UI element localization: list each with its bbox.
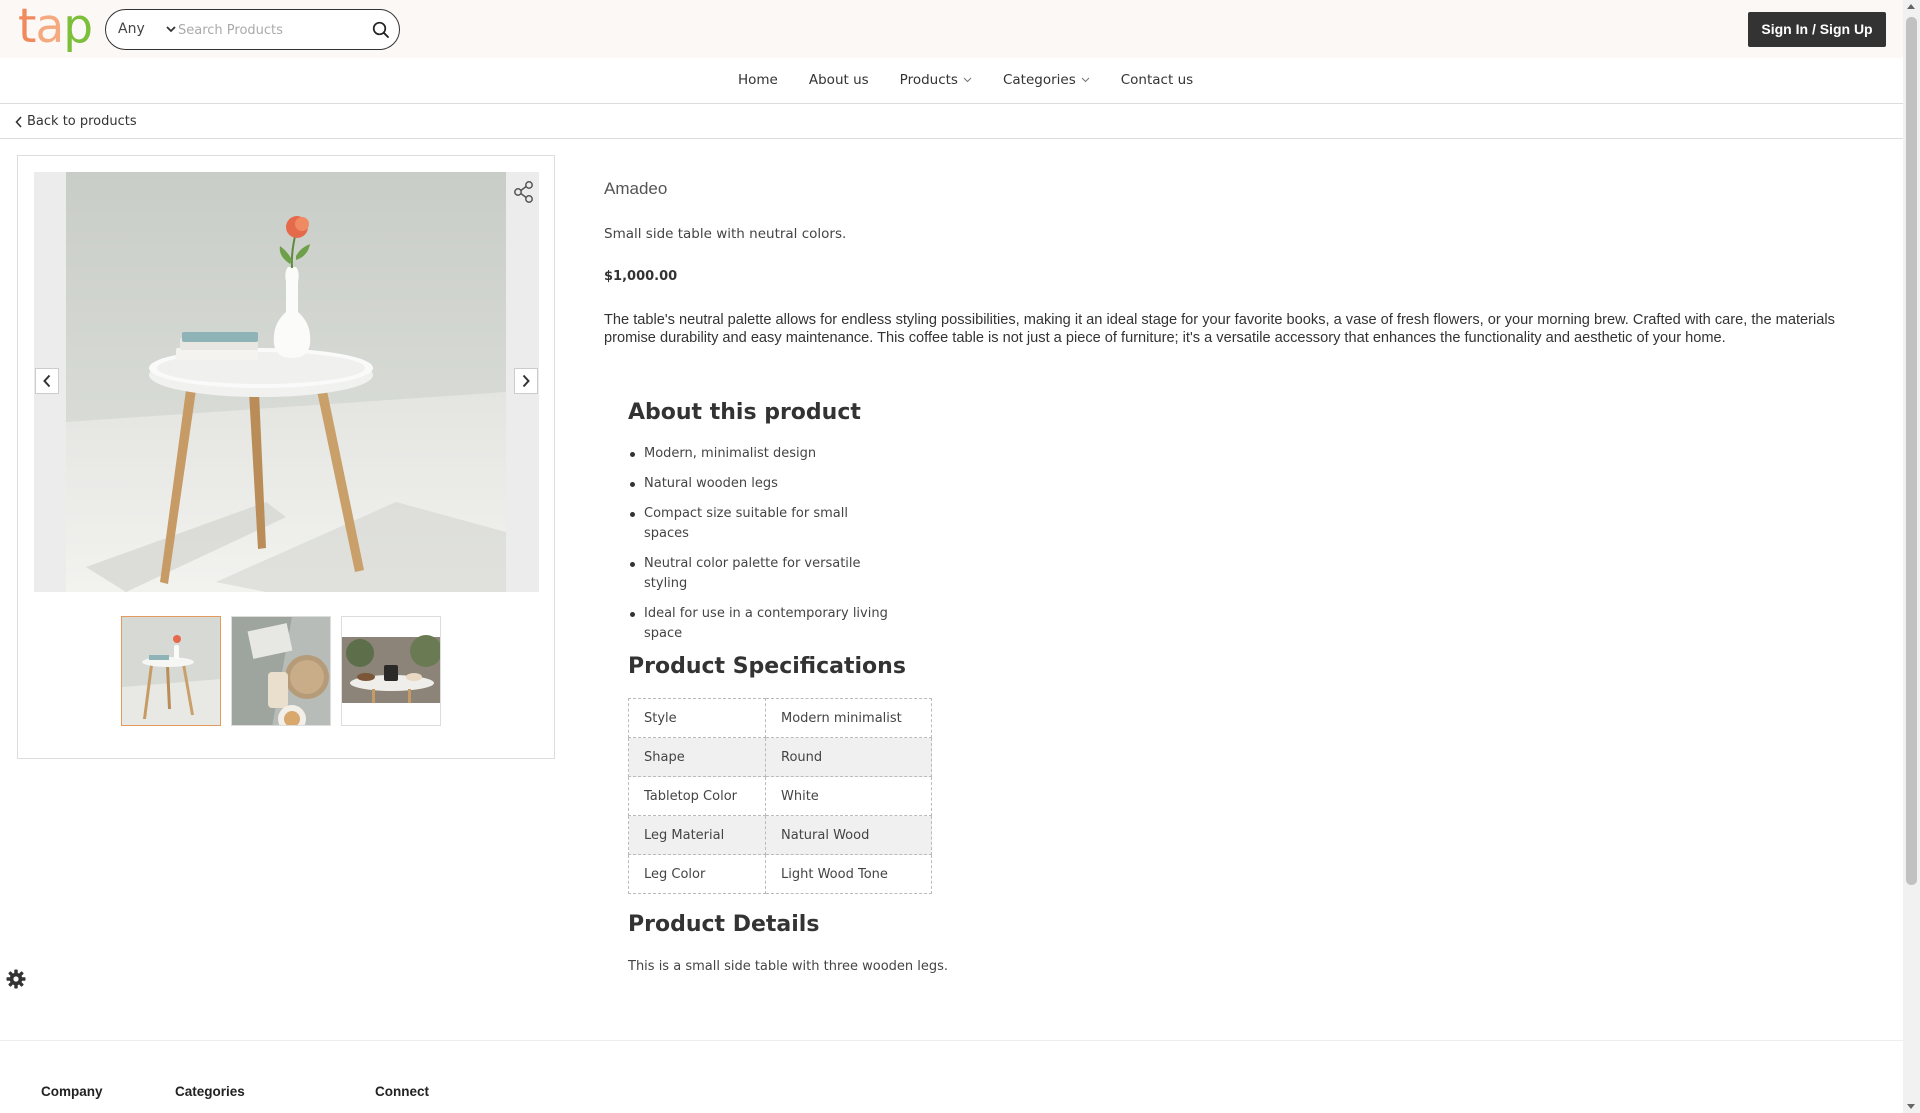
- specifications-heading: Product Specifications: [628, 654, 906, 679]
- nav-home[interactable]: Home: [738, 72, 778, 88]
- details-heading: Product Details: [628, 912, 820, 937]
- chevron-left-icon: [43, 374, 51, 388]
- spec-value: Modern minimalist: [765, 698, 932, 738]
- share-icon[interactable]: [512, 180, 536, 204]
- scroll-down-arrow-icon[interactable]: [1907, 1104, 1915, 1109]
- previous-image-button[interactable]: [35, 368, 59, 394]
- scrollbar-thumb[interactable]: [1906, 17, 1917, 885]
- tap-logo[interactable]: tap: [18, 0, 93, 54]
- spec-key: Leg Color: [628, 854, 766, 894]
- nav-about-label: About us: [808, 72, 869, 88]
- nav-contact-label: Contact us: [1120, 72, 1194, 88]
- vertical-scrollbar[interactable]: [1903, 0, 1920, 1113]
- spec-value: Round: [765, 737, 932, 777]
- table-row: Style Modern minimalist: [628, 698, 932, 738]
- chevron-down-icon: [963, 77, 972, 83]
- scroll-up-arrow-icon[interactable]: [1907, 4, 1915, 9]
- search-icon[interactable]: [371, 20, 391, 40]
- specifications-table: Style Modern minimalist Shape Round Tabl…: [628, 698, 932, 894]
- nav-products-label: Products: [899, 72, 958, 88]
- spec-key: Style: [628, 698, 766, 738]
- thumbnail-3[interactable]: [341, 616, 441, 726]
- list-item: Compact size suitable for small spaces: [630, 504, 889, 544]
- logo-letter-t: t: [18, 0, 36, 54]
- product-price: $1,000.00: [604, 269, 678, 284]
- spec-value: Natural Wood: [765, 815, 932, 855]
- chevron-down-icon: [1081, 77, 1090, 83]
- next-image-button[interactable]: [514, 368, 538, 394]
- logo-letter-a: a: [35, 0, 64, 54]
- product-short-description: Small side table with neutral colors.: [604, 226, 847, 242]
- footer: Company Categories Connect: [0, 1040, 1903, 1113]
- nav-products[interactable]: Products: [900, 72, 972, 88]
- search-category-select[interactable]: Any: [118, 21, 145, 37]
- spec-key: Shape: [628, 737, 766, 777]
- list-item: Ideal for use in a contemporary living s…: [630, 604, 889, 644]
- back-label: Back to products: [27, 114, 137, 129]
- thumbnail-strip: [121, 616, 451, 726]
- chevron-left-icon: [15, 115, 22, 128]
- nav-about[interactable]: About us: [809, 72, 869, 88]
- breadcrumb: Back to products: [0, 104, 1903, 139]
- about-product-heading: About this product: [628, 400, 861, 425]
- table-row: Tabletop Color White: [628, 776, 932, 816]
- search-input[interactable]: [178, 18, 368, 42]
- chevron-down-icon[interactable]: [164, 20, 178, 38]
- back-to-products-link[interactable]: Back to products: [15, 114, 137, 129]
- list-item: Natural wooden legs: [630, 474, 889, 494]
- table-row: Shape Round: [628, 737, 932, 777]
- spec-value: White: [765, 776, 932, 816]
- chevron-right-icon: [522, 374, 530, 388]
- gear-icon[interactable]: [6, 969, 26, 989]
- search-bar: Any: [105, 9, 400, 50]
- nav-categories[interactable]: Categories: [1003, 72, 1090, 88]
- footer-company-heading: Company: [41, 1084, 103, 1099]
- thumbnail-1[interactable]: [121, 616, 221, 726]
- product-details-text: This is a small side table with three wo…: [628, 959, 949, 974]
- top-bar: tap Any Sign In / Sign Up: [0, 0, 1903, 58]
- spec-key: Tabletop Color: [628, 776, 766, 816]
- product-name: Amadeo: [604, 179, 668, 198]
- nav-categories-label: Categories: [1002, 72, 1076, 88]
- nav-home-label: Home: [738, 72, 778, 88]
- sign-in-button[interactable]: Sign In / Sign Up: [1748, 12, 1886, 47]
- nav-contact[interactable]: Contact us: [1121, 72, 1193, 88]
- product-main-image[interactable]: [66, 172, 506, 592]
- footer-connect-heading: Connect: [375, 1084, 429, 1099]
- spec-value: Light Wood Tone: [765, 854, 932, 894]
- image-stage: [34, 172, 539, 592]
- table-row: Leg Material Natural Wood: [628, 815, 932, 855]
- product-long-description: The table's neutral palette allows for e…: [604, 312, 1835, 346]
- thumbnail-2[interactable]: [231, 616, 331, 726]
- feature-list: Modern, minimalist design Natural wooden…: [630, 444, 889, 654]
- spec-key: Leg Material: [628, 815, 766, 855]
- table-row: Leg Color Light Wood Tone: [628, 854, 932, 894]
- list-item: Neutral color palette for versatile styl…: [630, 554, 889, 594]
- main-nav: Home About us Products Categories Contac…: [0, 58, 1903, 104]
- logo-letter-p: p: [63, 0, 93, 54]
- list-item: Modern, minimalist design: [630, 444, 889, 464]
- product-gallery: [17, 155, 555, 759]
- footer-categories-heading: Categories: [175, 1084, 245, 1099]
